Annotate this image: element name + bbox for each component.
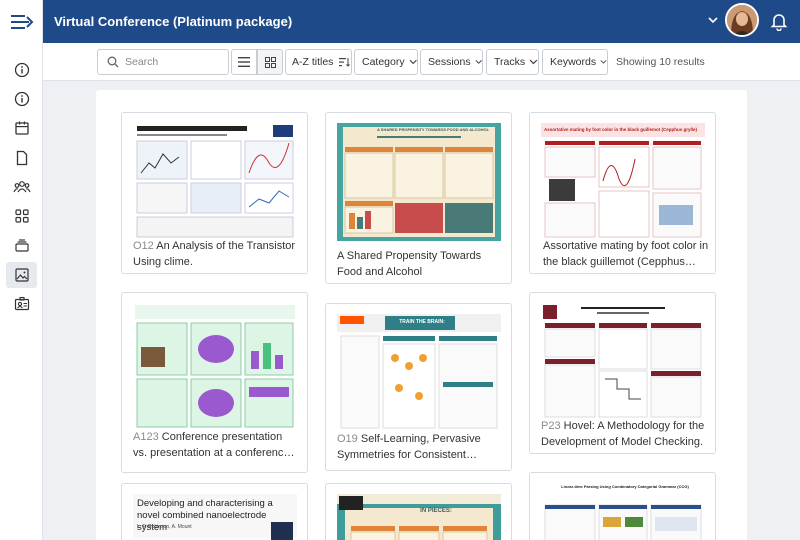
poster-card[interactable]: Developing and characterising a novel co… [121,483,308,540]
calendar-icon [14,121,29,135]
poster-code: O19 [337,433,358,445]
poster-thumbnail [337,494,501,540]
sidebar-item-stack[interactable] [6,232,37,258]
poster-title-text: Self-Learning, Pervasive Symmetries for … [337,433,481,461]
poster-authors-text: L. P. Robinson, A. Mount [137,524,192,530]
results-count: Showing 10 results [616,56,705,68]
sidebar-item-posters[interactable] [6,262,37,288]
info-icon [14,62,29,78]
poster-card[interactable]: Linear-time Parsing Using Combinatory Ca… [529,472,716,540]
category-filter-label: Category [362,56,405,68]
poster-card[interactable]: TRAIN THE BRAIN: O19 Self-Learning, Perv… [325,303,512,471]
poster-title: O19 Self-Learning, Pervasive Symmetries … [337,431,503,463]
grid-view-icon [264,56,276,68]
image-icon [14,268,29,282]
tracks-filter-label: Tracks [494,56,526,68]
poster-title-text: Assortative mating by foot color in the … [543,240,709,268]
sort-label: A-Z titles [292,56,334,68]
poster-card[interactable]: A SHARED PROPENSITY TOWARDS FOOD AND ALC… [325,112,512,284]
poster-card[interactable]: O12 An Analysis of the Transistor Using … [121,112,308,274]
sessions-filter[interactable]: Sessions [420,49,483,75]
chevron-down-icon [600,60,607,64]
chevron-down-icon [475,60,482,64]
poster-thumbnail [541,483,705,540]
apps-grid-icon [14,209,29,223]
poster-thumbnail [133,123,297,241]
poster-thumbnail [337,123,501,241]
sidebar-item-apps[interactable] [6,203,37,229]
sort-icon [339,58,351,67]
poster-code: O12 [133,240,154,252]
poster-thumbnail [541,123,705,241]
poster-card[interactable]: IN PIECES: [325,483,512,540]
poster-card[interactable]: Assortative mating by foot color in the … [529,112,716,274]
app-header: Virtual Conference (Platinum package) [43,0,800,43]
chevron-down-icon[interactable] [707,13,719,31]
sidebar-item-info-2[interactable] [6,86,37,112]
sidebar-item-badge[interactable] [6,291,37,317]
poster-title: O12 An Analysis of the Transistor Using … [133,238,299,270]
bell-icon[interactable] [770,11,788,36]
poster-title: A Shared Propensity Towards Food and Alc… [337,248,503,280]
poster-code: A123 [133,431,159,443]
sidebar-item-people[interactable] [6,174,37,200]
poster-thumbnail [337,314,501,432]
filter-toolbar: Search A-Z titles Category Sessions Trac… [43,43,800,81]
poster-header-text: Linear-time Parsing Using Combinatory Ca… [561,484,689,489]
poster-grid: O12 An Analysis of the Transistor Using … [96,90,747,540]
keywords-filter[interactable]: Keywords [542,49,608,75]
sidebar-item-calendar[interactable] [6,115,37,141]
page-title: Virtual Conference (Platinum package) [54,14,293,29]
poster-title-text: A Shared Propensity Towards Food and Alc… [337,250,482,278]
poster-header-text: IN PIECES: [420,508,452,514]
info-icon [14,91,29,107]
poster-thumbnail [541,303,705,421]
keywords-filter-label: Keywords [550,56,597,68]
sidebar-item-info[interactable] [6,57,37,83]
poster-code: P23 [541,420,561,432]
stack-icon [14,239,29,252]
chevron-down-icon [529,59,538,65]
poster-header-text: Assortative mating by foot color in the … [544,127,698,132]
list-view-button[interactable] [231,49,257,75]
badge-icon [14,296,29,311]
poster-title: Assortative mating by foot color in the … [543,238,709,270]
sessions-filter-label: Sessions [428,56,471,68]
poster-header-text: TRAIN THE BRAIN: [399,319,445,325]
search-icon [107,56,119,68]
people-icon [12,181,31,193]
poster-card[interactable]: A123 Conference presentation vs. present… [121,292,308,473]
left-rail [0,0,43,540]
search-placeholder: Search [125,56,159,68]
poster-title: A123 Conference presentation vs. present… [133,429,299,461]
search-input[interactable]: Search [97,49,229,75]
poster-header-text: A SHARED PROPENSITY TOWARDS FOOD AND ALC… [376,127,490,132]
chevron-down-icon [409,59,417,65]
menu-toggle-icon[interactable] [10,12,34,32]
poster-thumbnail [133,303,297,431]
poster-title: P23 Hovel: A Methodology for the Develop… [541,418,707,450]
tracks-filter[interactable]: Tracks [486,49,539,75]
poster-title-text: Hovel: A Methodology for the Development… [541,420,705,448]
poster-title-text: An Analysis of the Transistor Using clim… [133,240,296,268]
sort-button[interactable]: A-Z titles [285,49,352,75]
category-filter[interactable]: Category [354,49,418,75]
poster-card[interactable]: P23 Hovel: A Methodology for the Develop… [529,292,716,454]
avatar[interactable] [725,3,759,37]
document-icon [16,150,27,166]
sidebar-item-documents[interactable] [6,145,37,171]
list-view-icon [238,57,250,67]
grid-view-button[interactable] [257,49,283,75]
